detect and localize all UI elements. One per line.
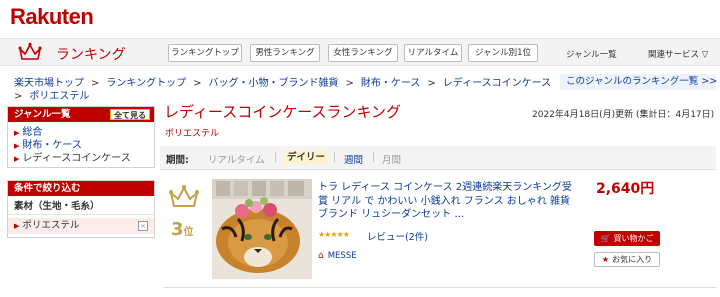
genre-ranking-list-link[interactable]: このジャンルのランキング一覧 >> [560, 74, 717, 90]
ranking-nav-bar: ランキング ランキングトップ 男性ランキング 女性ランキング リアルタイム ジャ… [0, 38, 720, 66]
product-price: 2,640円 [596, 181, 655, 197]
genre-panel-header: ジャンル一覧 全て見る [8, 107, 154, 122]
filter-section-material: 素材（生地・毛糸） [8, 199, 154, 215]
tiger-coincase-image [212, 179, 312, 279]
genre-panel: ジャンル一覧 全て見る ▶ 総合 ▶ 財布・ケース ▶ レディースコインケース [7, 106, 155, 168]
period-label: 期間: [166, 155, 189, 166]
favorite-button[interactable]: ★ お気に入り [594, 252, 660, 267]
review-link[interactable]: レビュー(2件) [367, 229, 428, 243]
breadcrumb-item[interactable]: バッグ・小物・ブランド雑貨 [208, 78, 338, 89]
nav-genre-first[interactable]: ジャンル別1位 [468, 44, 538, 62]
genre-link-all[interactable]: ▶ 総合 [8, 126, 154, 139]
triangle-right-icon: ▶ [14, 222, 20, 230]
breadcrumb-item[interactable]: ランキングトップ [106, 78, 186, 89]
period-realtime[interactable]: リアルタイム [208, 152, 265, 166]
rakuten-logo[interactable]: Rakuten [10, 4, 94, 30]
breadcrumb-current[interactable]: ポリエステル [29, 91, 89, 102]
triangle-right-icon: ▶ [14, 155, 20, 163]
filter-panel-header: 条件で絞り込む [8, 181, 154, 196]
crown-icon [18, 42, 42, 60]
genre-link-coincase[interactable]: ▶ レディースコインケース [8, 152, 154, 165]
triangle-right-icon: ▶ [14, 142, 20, 150]
breadcrumb: 楽天市場トップ > ランキングトップ > バッグ・小物・ブランド雑貨 > 財布・ケース > レデ… [14, 78, 552, 102]
period-weekly[interactable]: 週間 [344, 152, 363, 166]
period-daily[interactable]: デイリー [284, 151, 329, 164]
rating-stars: ★★★★★ [318, 230, 350, 239]
nav-genre-list[interactable]: ジャンル一覧 [566, 48, 617, 60]
nav-ranking-top[interactable]: ランキングトップ [168, 44, 242, 62]
breadcrumb-item[interactable]: 財布・ケース [361, 78, 421, 89]
rank-crown-icon [169, 185, 199, 207]
divider [164, 287, 716, 288]
cart-icon: 🛒 [600, 234, 611, 243]
period-selector: 期間: リアルタイム | デイリー | 週間 | 月間 [160, 146, 716, 170]
page-title: レディースコインケースランキング [164, 103, 402, 121]
nav-realtime[interactable]: リアルタイム [404, 44, 462, 62]
remove-filter-icon[interactable]: × [138, 221, 148, 231]
filter-chip-polyester[interactable]: ▶ ポリエステル × [8, 218, 154, 234]
shop-icon: ⌂ [318, 251, 324, 261]
header: Rakuten [0, 0, 720, 38]
shop-link[interactable]: ⌂ MESSE [318, 251, 357, 261]
ranking-title[interactable]: ランキング [56, 44, 126, 64]
breadcrumb-item[interactable]: 楽天市場トップ [14, 78, 84, 89]
filter-panel: 条件で絞り込む 素材（生地・毛糸） ▶ ポリエステル × [7, 180, 155, 238]
see-all-button[interactable]: 全て見る [110, 109, 150, 120]
product-image[interactable] [212, 179, 312, 279]
triangle-right-icon: ▶ [14, 129, 20, 137]
add-to-cart-button[interactable]: 🛒 買い物かご [594, 231, 660, 246]
nav-men-ranking[interactable]: 男性ランキング [250, 44, 320, 62]
subcategory-label: ポリエステル [165, 129, 220, 139]
nav-women-ranking[interactable]: 女性ランキング [328, 44, 398, 62]
genre-link-wallet[interactable]: ▶ 財布・ケース [8, 139, 154, 152]
star-icon: ★ [601, 255, 610, 264]
rank-number: 3位 [171, 219, 194, 240]
breadcrumb-item[interactable]: レディースコインケース [443, 78, 551, 89]
update-date: 2022年4月18日(月)更新 (集計日：4月17日) [532, 110, 715, 120]
nav-related-services[interactable]: 関連サービス ▽ [648, 48, 708, 60]
period-monthly[interactable]: 月間 [382, 152, 401, 166]
product-title-link[interactable]: トラ レディース コインケース 2週連続楽天ランキング受賞 リアル で かわいい… [318, 181, 576, 222]
